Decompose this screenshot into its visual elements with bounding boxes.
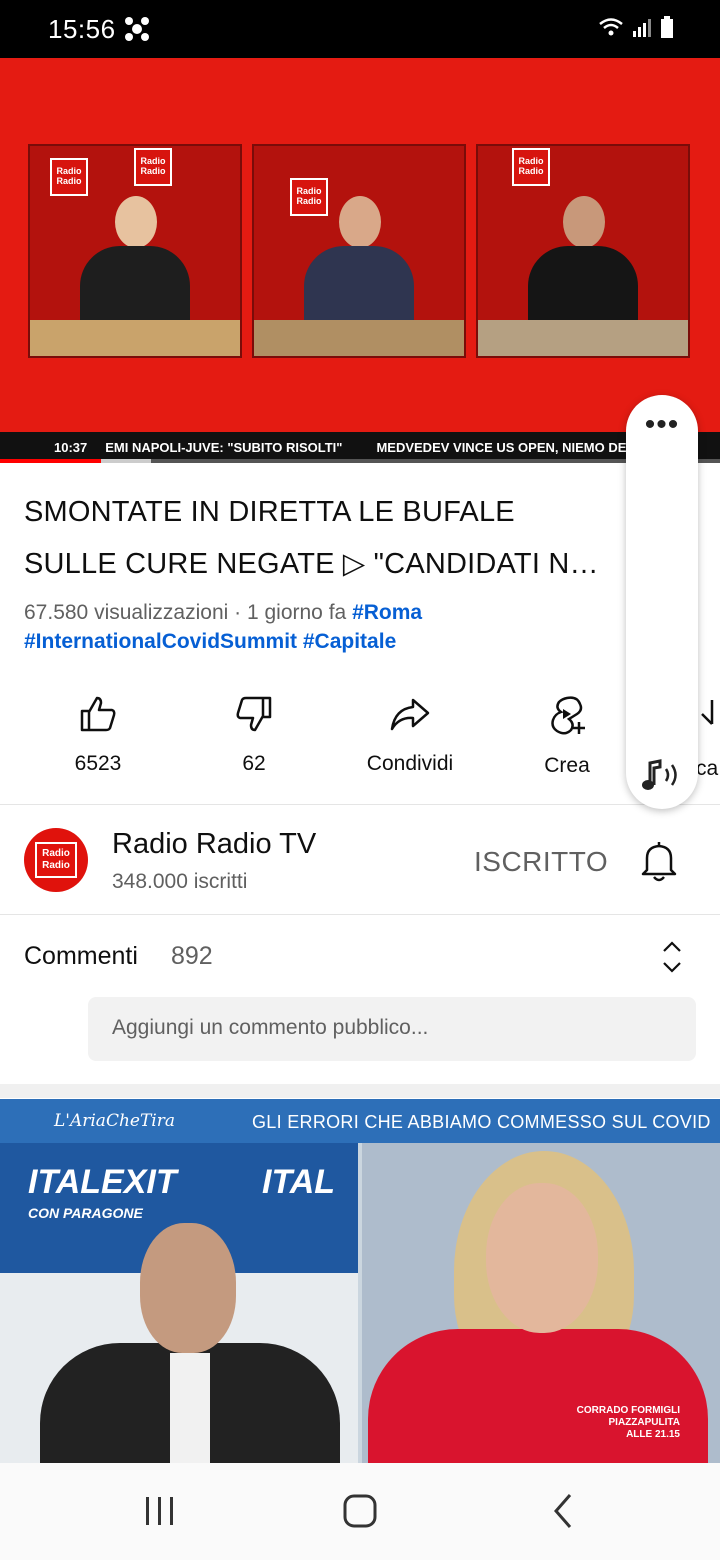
video-title[interactable]: SMONTATE IN DIRETTA LE BUFALE SULLE CURE…: [24, 486, 624, 590]
notification-bell-icon[interactable]: [638, 838, 680, 884]
thumbnail-right-host: CORRADO FORMIGLI PIAZZAPULITA ALLE 21.15: [362, 1143, 720, 1463]
studio-panel-left: Radio Radio Radio Radio: [28, 144, 242, 358]
studio-desk: [254, 320, 464, 356]
host-figure: [80, 196, 190, 356]
host-jacket: [368, 1329, 708, 1463]
subscriber-count: 348.000 iscritti: [112, 870, 248, 893]
share-button[interactable]: Condividi: [350, 694, 470, 776]
create-short-icon: [551, 696, 585, 735]
app-notification-icon: [125, 17, 149, 41]
news-ticker: 10:37 EMI NAPOLI-JUVE: "SUBITO RISOLTI" …: [0, 432, 720, 462]
download-label: ca: [696, 757, 719, 780]
ticker-text: EMI NAPOLI-JUVE: "SUBITO RISOLTI": [105, 439, 343, 455]
floating-edge-panel[interactable]: •••: [626, 395, 698, 809]
channel-name[interactable]: Radio Radio TV: [112, 828, 316, 861]
thumbnail-headline: GLI ERRORI CHE ABBIAMO COMMESSO SUL COVI…: [252, 1112, 711, 1132]
radio-radio-logo: Radio Radio: [50, 158, 88, 196]
thumbnail-left-guest: ITALEXIT ITAL CON PARAGONE: [0, 1143, 358, 1463]
comments-count: 892: [171, 942, 213, 970]
next-video-thumbnail[interactable]: L'AriaCheTira GLI ERRORI CHE ABBIAMO COM…: [0, 1099, 720, 1463]
ticker-text: MEDVEDEV VINCE US OPEN, NIEMO DE: [376, 439, 627, 455]
music-sound-icon[interactable]: [638, 757, 686, 793]
host-figure: [528, 196, 638, 356]
back-icon[interactable]: [544, 1491, 584, 1531]
radio-radio-logo: Radio Radio: [512, 148, 550, 186]
hashtag-link[interactable]: #InternationalCovidSummit: [24, 630, 297, 653]
dislike-count: 62: [242, 752, 266, 775]
share-icon: [390, 698, 430, 731]
home-icon[interactable]: [340, 1491, 380, 1531]
subscribed-button[interactable]: ISCRITTO: [474, 846, 608, 878]
studio-panel-right: Radio Radio: [476, 144, 690, 358]
hashtag-link[interactable]: #Roma: [352, 601, 422, 624]
divider: [0, 804, 720, 805]
video-meta: 67.580 visualizzazioni · 1 giorno fa #Ro…: [24, 598, 624, 656]
view-count: 67.580 visualizzazioni: [24, 601, 229, 624]
brand-text: ITAL: [262, 1163, 336, 1201]
like-button[interactable]: 6523: [38, 694, 158, 776]
battery-icon: [661, 16, 673, 38]
show-name: L'AriaCheTira: [54, 1111, 175, 1131]
expand-collapse-icon[interactable]: [660, 940, 684, 974]
signal-icon: [633, 19, 651, 37]
progress-buffer: [100, 459, 152, 463]
radio-radio-logo: Radio Radio: [134, 148, 172, 186]
thumbs-up-icon: [80, 696, 116, 732]
dislike-button[interactable]: 62: [194, 694, 314, 776]
channel-avatar-logo: Radio Radio: [35, 842, 77, 878]
brand-text: ITALEXIT: [28, 1163, 177, 1201]
video-title-line: SULLE CURE NEGATE ▷ "CANDIDATI N…: [24, 548, 599, 580]
create-button[interactable]: Crea: [507, 694, 627, 778]
caption-line: CORRADO FORMIGLI: [576, 1405, 680, 1416]
host-figure: [304, 196, 414, 356]
comments-label[interactable]: Commenti: [24, 942, 138, 971]
section-separator: [0, 1084, 720, 1098]
thumbnail-caption: CORRADO FORMIGLI PIAZZAPULITA ALLE 21.15: [577, 1405, 680, 1441]
progress-played: [0, 459, 101, 463]
ticker-time: 10:37: [54, 439, 88, 455]
studio-desk: [478, 320, 688, 356]
upload-age: 1 giorno fa: [246, 601, 347, 624]
host-face: [486, 1183, 598, 1333]
status-time: 15:56: [48, 14, 116, 44]
video-title-line: SMONTATE IN DIRETTA LE BUFALE: [24, 496, 515, 528]
like-count: 6523: [74, 752, 122, 775]
recent-apps-icon[interactable]: [140, 1491, 180, 1531]
add-comment-placeholder: Aggiungi un commento pubblico...: [112, 1016, 429, 1039]
hashtag-link[interactable]: #Capitale: [303, 630, 396, 653]
wifi-icon: [599, 18, 623, 36]
download-icon: [701, 700, 714, 725]
add-comment-input[interactable]: Aggiungi un commento pubblico...: [88, 997, 696, 1061]
brand-subtext: CON PARAGONE: [28, 1205, 143, 1221]
divider: [0, 914, 720, 915]
guest-head: [140, 1223, 236, 1353]
studio-panel-center: Radio Radio: [252, 144, 466, 358]
system-nav-bar: [0, 1463, 720, 1560]
caption-line: ALLE 21.15: [626, 1429, 680, 1440]
caption-line: PIAZZAPULITA: [608, 1417, 680, 1428]
studio-desk: [30, 320, 240, 356]
thumbs-down-icon: [236, 696, 272, 732]
share-label: Condividi: [366, 752, 454, 775]
status-bar: 15:56: [0, 0, 720, 58]
download-button[interactable]: ca: [696, 694, 720, 781]
create-label: Crea: [544, 754, 590, 777]
more-options-icon[interactable]: •••: [626, 410, 698, 440]
video-player[interactable]: Radio Radio Radio Radio Radio Radio Radi…: [0, 58, 720, 462]
meta-separator: ·: [228, 601, 247, 624]
guest-shirt: [170, 1353, 210, 1463]
channel-avatar[interactable]: Radio Radio: [24, 828, 88, 892]
thumbnail-banner: L'AriaCheTira GLI ERRORI CHE ABBIAMO COM…: [0, 1099, 720, 1143]
